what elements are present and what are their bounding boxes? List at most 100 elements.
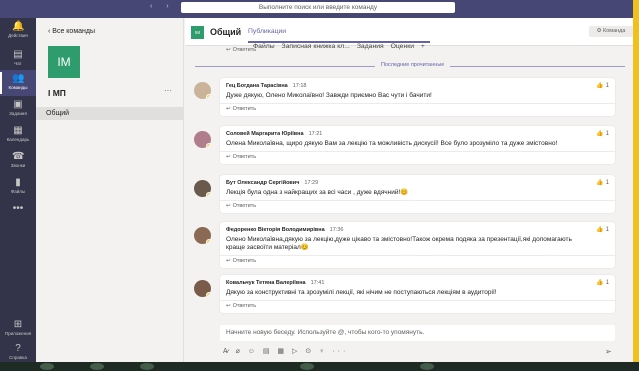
bell-icon: 🔔: [12, 21, 25, 32]
rail-item-activity[interactable]: 🔔 Действия: [0, 18, 36, 44]
team-more-button[interactable]: ···: [164, 86, 172, 95]
like-count[interactable]: 👍 1: [596, 130, 609, 137]
message-card: Соловей Маргарита Юріївна 17:21 Олена Мик…: [220, 126, 615, 164]
taskbar-app-icon[interactable]: [40, 363, 54, 370]
reply-link[interactable]: ↩ Ответить: [226, 303, 256, 309]
like-count[interactable]: 👍 1: [596, 226, 609, 233]
taskbar-app-icon[interactable]: [420, 363, 434, 370]
channel-header: IM Общий Публикации Файлы Записная книжк…: [185, 18, 633, 50]
divider: [220, 200, 615, 201]
message-text: Дуже дякую, Олено Миколаївно! Завжди при…: [226, 92, 432, 99]
rail-item-label: Звонки: [10, 163, 26, 168]
tab-posts[interactable]: Публикации: [248, 28, 430, 43]
channel-title: Общий: [210, 27, 242, 37]
like-count[interactable]: 👍 1: [596, 179, 609, 186]
reply-link[interactable]: ↩ Ответить: [226, 258, 256, 264]
rail-item-label: Чат: [14, 61, 22, 66]
reply-link[interactable]: ↩ Ответить: [226, 106, 256, 112]
like-count[interactable]: 👍 1: [596, 279, 609, 286]
divider: [220, 300, 615, 301]
files-icon: ▮: [15, 177, 21, 188]
message-card: Бут Олександр Сергійович 17:29 Лекція бул…: [220, 175, 615, 213]
like-count[interactable]: 👍 1: [596, 82, 609, 89]
message-text: Олено Миколаївна,дякую за лекцію,дуже ці…: [226, 236, 572, 251]
taskbar: [0, 362, 639, 371]
avatar: [194, 280, 211, 297]
avatar: [194, 180, 211, 197]
rail-item-assignments[interactable]: ▣ Задания: [0, 96, 36, 122]
rail-item-more[interactable]: •••: [0, 200, 36, 226]
team-button[interactable]: ⚙ Команда: [589, 26, 633, 37]
tab-grades[interactable]: Оценки: [391, 43, 414, 50]
divider: [220, 103, 615, 104]
calendar-icon: ▦: [13, 125, 23, 136]
more-icon: •••: [12, 203, 24, 214]
team-avatar: IM: [48, 46, 80, 78]
tab-files[interactable]: Файлы: [253, 43, 275, 50]
message-author: Ковальчук Тетяна Валеріївна 17:41: [226, 280, 325, 286]
rail-item-calendar[interactable]: ▦ Календарь: [0, 122, 36, 148]
message-author: Гец Богдана Тарасівна 17:18: [226, 83, 307, 89]
tab-notebook[interactable]: Записная книжка кл...: [282, 43, 350, 50]
divider: [220, 151, 615, 152]
reply-link[interactable]: ↩ Ответить: [226, 47, 256, 53]
rail-item-chat[interactable]: ▤ Чат: [0, 46, 36, 72]
rail-item-files[interactable]: ▮ Файлы: [0, 174, 36, 200]
message-time: 17:41: [310, 280, 325, 286]
avatar: [194, 131, 211, 148]
message-author: Бут Олександр Сергійович 17:29: [226, 180, 319, 186]
rail-item-teams[interactable]: 👥 Команды: [0, 70, 36, 96]
presence-icon: [206, 94, 211, 99]
reply-arrow-icon: ↩: [226, 203, 231, 209]
compose-input[interactable]: Начните новую беседу. Используйте @, что…: [220, 325, 615, 341]
message-time: 17:21: [308, 131, 323, 137]
phone-icon: ☎: [12, 151, 25, 162]
rail-item-help[interactable]: ? Справка: [0, 340, 36, 362]
send-icon[interactable]: ➢: [605, 347, 612, 356]
rail-item-label: Действия: [8, 33, 28, 38]
rail-item-label: Календарь: [6, 137, 30, 142]
last-read-label: Последние прочитанные: [375, 62, 451, 68]
add-tab-button[interactable]: +: [421, 43, 425, 50]
rail-item-label: Задания: [9, 111, 27, 116]
search-input[interactable]: Выполните поиск или введите команду: [181, 2, 455, 13]
message-time: 17:18: [292, 83, 307, 89]
reply-arrow-icon: ↩: [226, 106, 231, 112]
avatar: [194, 227, 211, 244]
rail-item-apps[interactable]: ⊞ Приложения: [0, 316, 36, 342]
chat-icon: ▤: [13, 49, 23, 60]
rail-item-label: Файлы: [10, 189, 26, 194]
avatar: [194, 82, 211, 99]
message-card: Федоренко Вікторія Володимирівна 17:36 Ол…: [220, 222, 615, 268]
taskbar-app-icon[interactable]: [140, 363, 154, 370]
message-card: Ковальчук Тетяна Валеріївна 17:41 Дякую з…: [220, 275, 615, 313]
presence-icon: [206, 143, 211, 148]
reply-arrow-icon: ↩: [226, 303, 231, 309]
divider: [220, 255, 615, 256]
assignments-icon: ▣: [13, 99, 23, 110]
taskbar-app-icon[interactable]: [300, 363, 314, 370]
reply-link[interactable]: ↩ Ответить: [226, 154, 256, 160]
presence-icon: [206, 192, 211, 197]
teams-window: ‹ › Выполните поиск или введите команду …: [0, 0, 633, 362]
message-author: Соловей Маргарита Юріївна 17:21: [226, 131, 323, 137]
channel-avatar: IM: [191, 26, 204, 39]
presence-icon: [206, 239, 211, 244]
message-time: 17:29: [304, 180, 319, 186]
rail-item-label: Справка: [9, 355, 27, 360]
compose-toolbar[interactable]: A̷ ⌀ ☺ ▤ ▦ ▷ ⊙ ♀ ···: [223, 347, 348, 355]
presence-icon: [206, 292, 211, 297]
apps-icon: ⊞: [13, 319, 23, 330]
tab-assignments[interactable]: Задания: [357, 43, 384, 50]
reply-label: Ответить: [232, 47, 257, 53]
help-icon: ?: [15, 343, 21, 354]
reply-link[interactable]: ↩ Ответить: [226, 203, 256, 209]
rail-item-calls[interactable]: ☎ Звонки: [0, 148, 36, 174]
team-name: І МП: [48, 88, 66, 98]
taskbar-app-icon[interactable]: [90, 363, 104, 370]
back-to-teams-link[interactable]: ‹ Все команды: [48, 28, 95, 35]
channel-item-general[interactable]: Общий: [36, 107, 183, 120]
desktop-edge: [633, 0, 639, 362]
nav-arrows[interactable]: ‹ ›: [150, 3, 175, 10]
message-time: 17:36: [329, 227, 344, 233]
